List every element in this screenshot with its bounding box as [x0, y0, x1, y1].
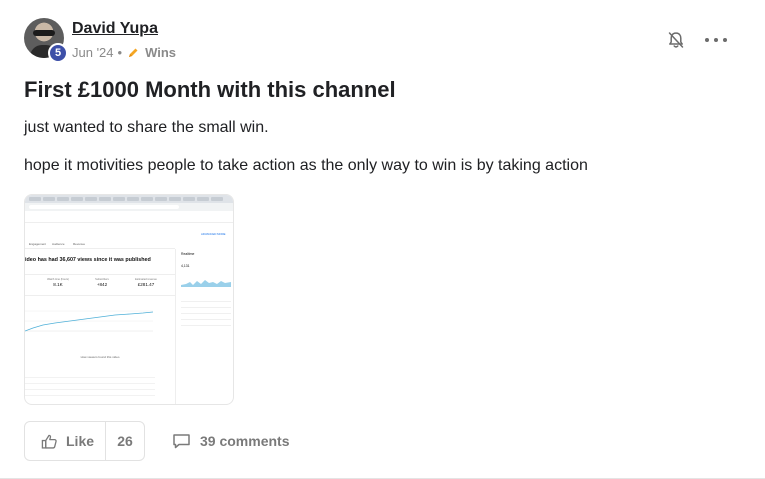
browser-tab-strip — [25, 195, 233, 203]
analytics-tab: Engagement — [29, 242, 47, 246]
post-title: First £1000 Month with this channel — [24, 77, 396, 102]
post-paragraph: just wanted to share the small win. — [24, 119, 269, 136]
post-card: 5 David Yupa Jun '24 • Wins First £1000 … — [0, 0, 765, 479]
author-name[interactable]: David Yupa — [72, 20, 158, 38]
analytics-tabs: Engagement Audience Revenue — [25, 241, 175, 249]
realtime-sparkline — [181, 280, 231, 287]
like-button[interactable]: Like — [25, 422, 106, 460]
analytics-tab: Audience — [52, 242, 65, 246]
metric-value: 8.1K — [53, 282, 63, 287]
metric-value: £281.47 — [137, 282, 155, 287]
thumbs-up-icon — [41, 434, 57, 449]
browser-url-bar — [25, 203, 233, 211]
category-label[interactable]: Wins — [145, 45, 176, 60]
metric-card: Estimated revenue £281.47 — [126, 278, 166, 287]
like-group: Like 26 — [24, 421, 145, 461]
metric-card: Subscribers +842 — [82, 278, 122, 287]
comments-count-label: 39 comments — [200, 433, 290, 449]
metric-cards: Watch time (hours) 8.1K Subscribers +842… — [25, 274, 175, 296]
analytics-tab: Revenue — [73, 242, 86, 246]
table-row — [25, 383, 155, 384]
like-count[interactable]: 26 — [106, 422, 144, 460]
metric-card: Watch time (hours) 8.1K — [38, 278, 78, 287]
more-options-icon[interactable] — [705, 30, 727, 50]
table-row — [25, 377, 155, 378]
attached-screenshot[interactable]: ADVANCED MODE Engagement Audience Revenu… — [24, 194, 234, 405]
metric-label: Estimated revenue — [135, 278, 157, 281]
post-paragraph: hope it motivities people to take action… — [24, 157, 588, 174]
like-label: Like — [66, 433, 95, 449]
metric-label: Watch time (hours) — [47, 278, 69, 281]
table-row — [25, 395, 155, 396]
metric-value: +842 — [96, 282, 108, 287]
views-line-chart — [25, 310, 154, 332]
comment-icon — [173, 434, 190, 449]
realtime-title: Realtime — [181, 252, 195, 256]
table-row — [25, 389, 155, 390]
realtime-value: 4,131 — [181, 264, 190, 268]
bell-off-icon[interactable] — [666, 30, 686, 50]
meta-separator: • — [117, 45, 123, 60]
analytics-headline: ideo has had 36,607 views since it was p… — [25, 257, 151, 263]
studio-toolbar — [25, 211, 233, 223]
pencil-icon — [129, 48, 138, 57]
metric-label: Subscribers — [95, 278, 109, 281]
traffic-source-heading: How viewers found this video — [80, 355, 120, 359]
comments-button[interactable]: 39 comments — [172, 430, 289, 452]
post-date: Jun '24 — [72, 45, 114, 60]
advanced-mode-link: ADVANCED MODE — [201, 232, 226, 236]
realtime-panel: Realtime 4,131 — [175, 249, 233, 404]
avatar-sunglasses — [33, 30, 55, 36]
post-meta: Jun '24 • Wins — [72, 45, 176, 60]
level-badge: 5 — [48, 43, 68, 63]
